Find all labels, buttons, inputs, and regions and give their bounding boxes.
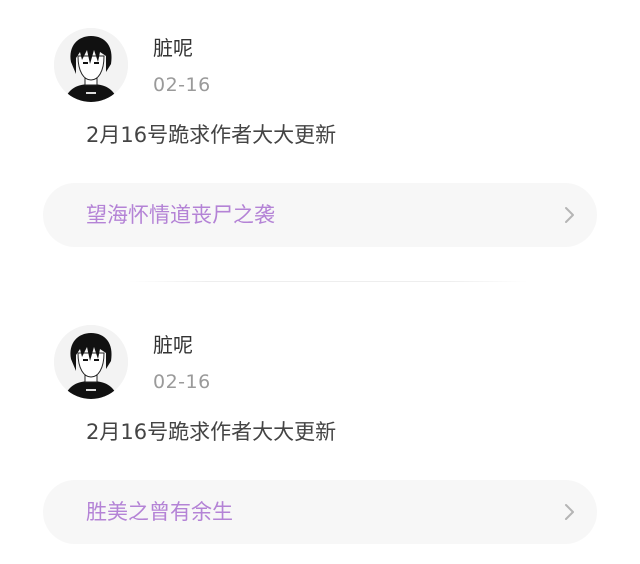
- post-date: 02-16: [153, 371, 211, 393]
- comment-text: 2月16号跪求作者大大更新: [86, 123, 337, 147]
- anime-avatar-icon: [54, 28, 128, 102]
- post-date: 02-16: [153, 74, 211, 96]
- book-link-card[interactable]: 望海怀情道丧尸之袭: [43, 183, 597, 247]
- chevron-right-icon: [565, 207, 574, 223]
- username[interactable]: 脏呢: [153, 34, 193, 62]
- chevron-right-icon: [565, 504, 574, 520]
- comment-text: 2月16号跪求作者大大更新: [86, 420, 337, 444]
- username[interactable]: 脏呢: [153, 331, 193, 359]
- anime-avatar-icon: [54, 325, 128, 399]
- book-title: 望海怀情道丧尸之袭: [86, 203, 275, 227]
- book-title: 胜美之曾有余生: [86, 500, 233, 524]
- book-link-card[interactable]: 胜美之曾有余生: [43, 480, 597, 544]
- user-avatar[interactable]: [54, 28, 128, 102]
- user-avatar[interactable]: [54, 325, 128, 399]
- divider: [128, 281, 528, 282]
